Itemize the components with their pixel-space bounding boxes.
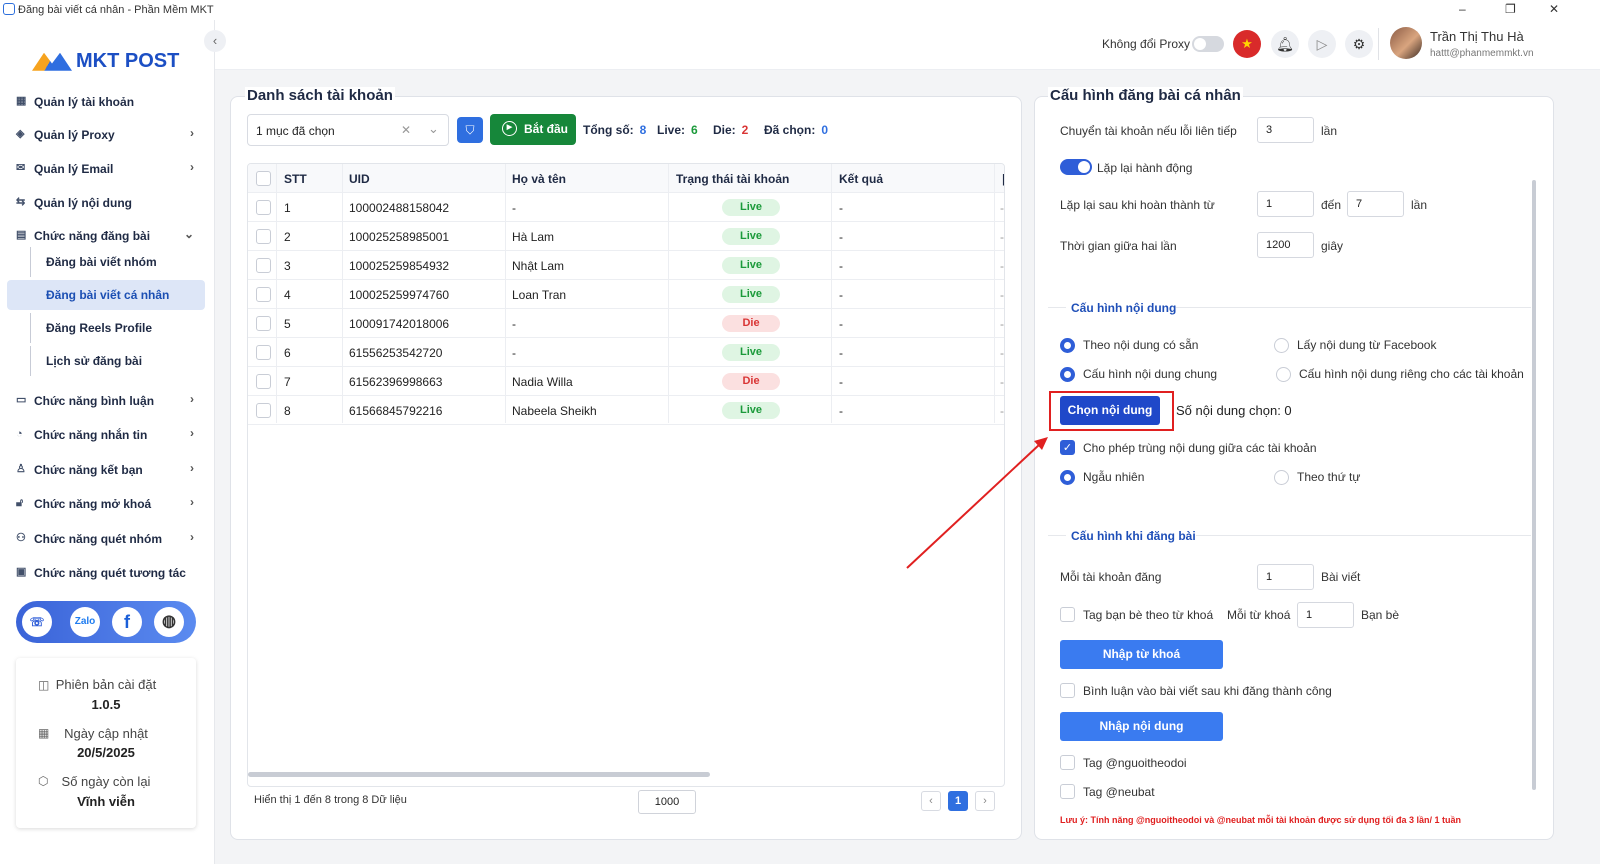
collapse-sidebar-button[interactable]: ‹ (204, 30, 226, 52)
annotation-arrow (906, 437, 1048, 569)
